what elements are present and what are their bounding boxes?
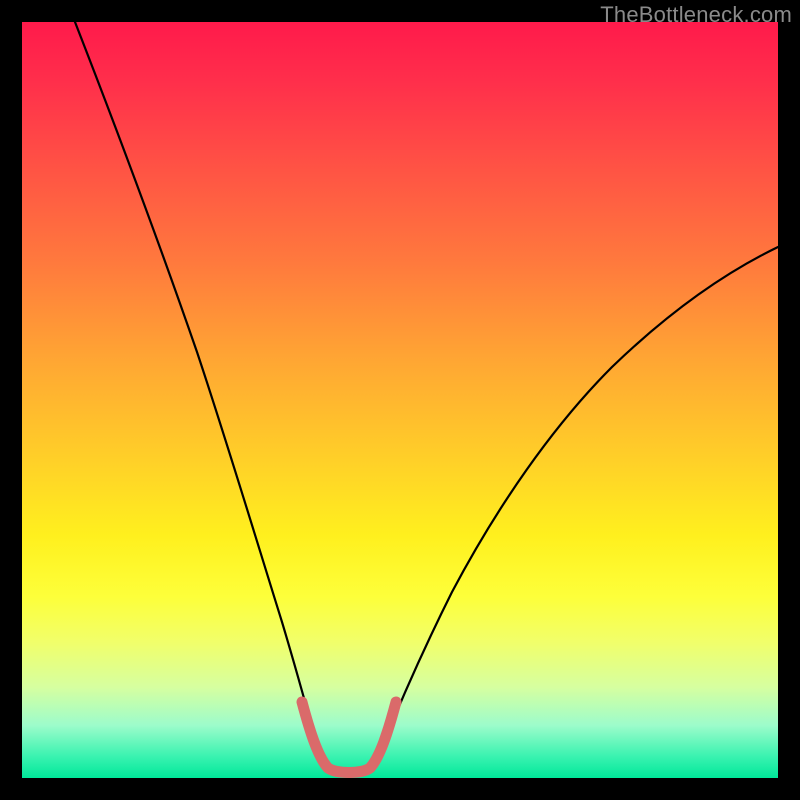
plot-area bbox=[22, 22, 778, 778]
chart-frame: TheBottleneck.com bbox=[0, 0, 800, 800]
watermark-text: TheBottleneck.com bbox=[600, 2, 792, 28]
left-curve bbox=[75, 22, 320, 757]
curve-layer bbox=[22, 22, 778, 778]
valley-floor bbox=[302, 702, 396, 773]
right-curve bbox=[378, 247, 778, 757]
